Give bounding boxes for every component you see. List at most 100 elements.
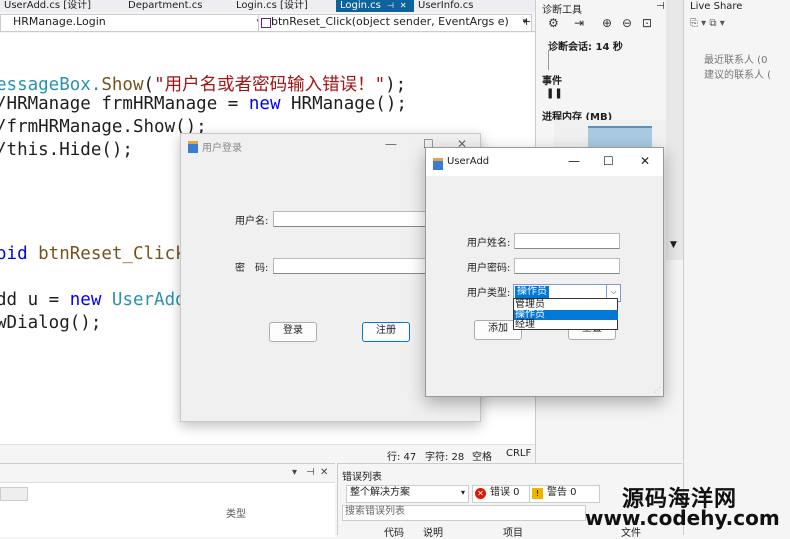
error-list-title: 错误列表 [342, 472, 382, 483]
code-line: /frmHRManage.Show(); [0, 117, 207, 137]
class-combo-value: HRManage.Login [13, 15, 106, 28]
dropdown-icon[interactable]: ▾ [292, 467, 297, 478]
zoom-in-icon[interactable]: ⊕ [602, 16, 612, 30]
code-line: essageBox.Show("用户名或者密码输入错误！"); [0, 71, 406, 96]
navigation-bar: HRManage.Login ▾ btnReset_Click(object s… [0, 12, 535, 32]
tab-login-design[interactable]: Login.cs [设计] [232, 0, 336, 12]
class-combo[interactable]: HRManage.Login ▾ [0, 14, 266, 32]
chevron-down-icon: ▾ [460, 488, 465, 497]
close-icon[interactable]: ✕ [320, 467, 328, 478]
code-token: ); [385, 75, 407, 95]
code-token: new [69, 290, 102, 310]
column-header-type[interactable]: 类型 [226, 505, 246, 520]
eol-indicator[interactable]: CRLF [506, 448, 531, 459]
split-icon[interactable]: + [522, 15, 531, 28]
close-icon[interactable]: ✕ [400, 1, 407, 10]
member-combo-value: btnReset_Click(object sender, EventArgs … [271, 15, 509, 28]
tab-userinfo[interactable]: UserInfo.cs [414, 0, 508, 12]
error-icon: ✕ [475, 488, 486, 499]
code-token: btnReset_Click( [27, 244, 197, 264]
app-icon [433, 158, 443, 170]
error-search-input[interactable]: 搜索错误列表 [342, 505, 586, 521]
editor-status-bar: 行: 47 字符: 28 空格 CRLF [0, 444, 535, 463]
vertical-scrollbar[interactable] [666, 0, 683, 260]
live-share-panel: Live Share ⎘ ▾ ⧉ ▾ 最近联系人 (0 建议的联系人 ( [683, 0, 790, 535]
password-label: 密 码: [235, 263, 269, 274]
pin-icon[interactable]: ⊣ [656, 1, 665, 12]
events-section[interactable]: 事件 [542, 72, 562, 87]
whitespace-indicator[interactable]: 空格 [472, 448, 492, 463]
minimize-icon[interactable]: — [568, 154, 580, 168]
chevron-down-icon[interactable]: ⌵ [606, 285, 620, 299]
username-input[interactable] [273, 211, 435, 227]
password-input[interactable] [273, 258, 435, 274]
password-label: 用户密码: [467, 263, 511, 274]
type-dropdown-list: 管理员 操作员 经理 [513, 298, 618, 330]
code-line: dd u = new UserAdd() [0, 290, 207, 310]
watermark-url: www.codehy.com [585, 506, 780, 530]
close-icon[interactable]: ✕ [640, 154, 650, 168]
warnings-filter-label: 警告 0 [547, 487, 577, 498]
login-title: 用户登录 [202, 143, 242, 154]
member-combo[interactable]: btnReset_Click(object sender, EventArgs … [258, 14, 532, 32]
app-icon [188, 141, 198, 153]
timeline-ruler[interactable] [548, 50, 670, 70]
useradd-title-bar[interactable]: UserAdd — ☐ ✕ [426, 148, 663, 176]
password-input[interactable] [514, 258, 620, 274]
name-label: 用户姓名: [467, 238, 511, 249]
suggested-contacts[interactable]: 建议的联系人 ( [704, 66, 771, 81]
document-tab-strip: UserAdd.cs [设计] Department.cs Login.cs [… [0, 0, 535, 12]
useradd-window: UserAdd — ☐ ✕ 用户姓名: 用户密码: 用户类型: 操作员 ⌵ 添加… [425, 147, 664, 397]
tab-label: Department.cs [128, 0, 203, 11]
username-label: 用户名: [235, 216, 269, 227]
useradd-title: UserAdd [447, 156, 490, 167]
pause-icon[interactable]: ❚❚ [546, 88, 563, 99]
col-indicator[interactable]: 字符: 28 [425, 448, 464, 463]
maximize-icon[interactable]: ☐ [603, 154, 614, 168]
diagnostics-title: 诊断工具 [542, 5, 582, 16]
scroll-down-icon[interactable]: ▼ [670, 240, 677, 250]
minimize-icon[interactable]: — [385, 137, 397, 151]
tab-label: UserAdd.cs [设计] [4, 0, 92, 11]
scope-select[interactable]: 整个解决方案 ▾ [346, 485, 469, 503]
output-grid: 类型 [0, 482, 335, 537]
gear-icon[interactable]: ⚙ [548, 16, 559, 30]
scope-value: 整个解决方案 [350, 487, 410, 498]
tab-department[interactable]: Department.cs [124, 0, 226, 12]
code-token: HRManage(); [280, 94, 407, 114]
pin-icon[interactable]: ⊣ [306, 467, 315, 478]
recent-contacts[interactable]: 最近联系人 (0 [704, 51, 767, 66]
resize-grip-icon[interactable]: ⋰ [654, 386, 661, 394]
export-icon[interactable]: ⇥ [574, 16, 584, 30]
code-token: essageBox. [0, 75, 102, 95]
scope-combo[interactable] [0, 487, 28, 501]
reset-zoom-icon[interactable]: ⊡ [642, 16, 652, 30]
pin-icon[interactable]: ⊣ [387, 1, 394, 10]
type-select-value: 操作员 [515, 286, 549, 298]
tab-useradd-design[interactable]: UserAdd.cs [设计] [0, 0, 122, 12]
code-token: new [248, 94, 281, 114]
live-share-title: Live Share [690, 1, 743, 12]
tab-label: UserInfo.cs [418, 0, 474, 11]
code-token: dd u = [0, 290, 70, 310]
tab-label: Login.cs [340, 0, 381, 11]
column-code[interactable]: 代码 [384, 524, 404, 539]
tab-login-cs[interactable]: Login.cs ⊣ ✕ [336, 0, 414, 12]
zoom-out-icon[interactable]: ⊖ [622, 16, 632, 30]
search-placeholder: 搜索错误列表 [345, 506, 405, 517]
output-panel: ▾ ⊣ ✕ 类型 [0, 463, 335, 537]
code-line: /HRManage frmHRManage = new HRManage(); [0, 94, 407, 114]
dropdown-option[interactable]: 经理 [514, 320, 618, 330]
tab-label: Login.cs [设计] [236, 0, 308, 11]
column-description[interactable]: 说明 [423, 524, 443, 539]
line-indicator[interactable]: 行: 47 [387, 448, 416, 463]
column-project[interactable]: 项目 [503, 524, 523, 539]
register-button[interactable]: 注册 [362, 322, 410, 342]
warning-icon: ! [532, 488, 543, 499]
warnings-filter-button[interactable]: ! 警告 0 [529, 485, 600, 503]
login-button[interactable]: 登录 [269, 322, 317, 342]
name-input[interactable] [514, 233, 620, 249]
code-token: ( [143, 75, 155, 95]
code-token: /HRManage frmHRManage = [0, 94, 249, 114]
share-icon[interactable]: ⎘ ▾ ⧉ ▾ [690, 18, 725, 29]
